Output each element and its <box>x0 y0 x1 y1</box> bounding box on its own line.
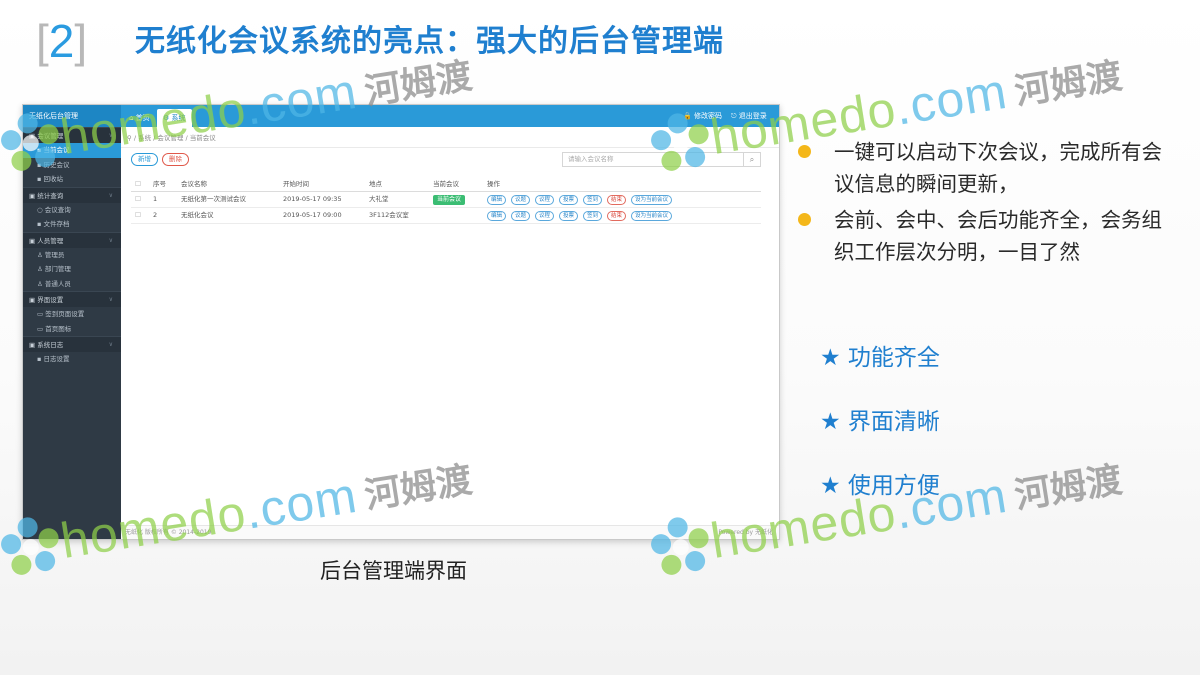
sidebar-item-meeting-query[interactable]: ○ 会议查询 <box>23 203 121 218</box>
sidebar-item-current-meeting[interactable]: ▪ 当前会议 <box>23 143 121 158</box>
admin-brand: 无纸化后台管理 <box>23 105 121 127</box>
sidebar-item-users[interactable]: ♙ 普通人员 <box>23 277 121 292</box>
sidebar-group-people[interactable]: ▣ 人员管理 ∨ <box>23 231 121 248</box>
breadcrumb: ⚲ / 系统 / 会议管理 / 当前会议 <box>127 134 216 142</box>
vote-button[interactable]: 投票 <box>559 211 579 221</box>
feature-list: ★ 功能齐全 ★ 界面清晰 ★ 使用方便 <box>820 340 940 532</box>
table-row[interactable]: ☐ 2 无纸化会议 2019-05-17 09:00 3F112会议室 编辑 议… <box>131 208 761 224</box>
chevron-icon: ∨ <box>108 236 113 244</box>
sidebar-item-signin-page[interactable]: ▭ 签到页面设置 <box>23 307 121 322</box>
vote-button[interactable]: 投票 <box>559 195 579 205</box>
signin-button[interactable]: 签到 <box>583 211 603 221</box>
location-icon: ⚲ <box>127 134 132 142</box>
topic-button[interactable]: 议题 <box>511 211 531 221</box>
search-icon[interactable]: ⌕ <box>743 152 761 167</box>
bullet-dot-icon <box>798 145 811 158</box>
feature-item: ★ 功能齐全 <box>820 345 940 371</box>
bullet-item: 会前、会中、会后功能齐全，会务组织工作层次分明，一目了然 <box>798 204 1178 268</box>
signin-button[interactable]: 签到 <box>583 195 603 205</box>
change-password-link[interactable]: 🔒 修改密码 <box>683 105 722 127</box>
sidebar-item-home-icon[interactable]: ▭ 首页图标 <box>23 322 121 337</box>
bullet-item: 一键可以启动下次会议，完成所有会议信息的瞬间更新， <box>798 136 1178 200</box>
add-button[interactable]: 新增 <box>131 153 158 166</box>
set-current-button[interactable]: 设为当前会议 <box>631 211 673 221</box>
admin-footer: 无纸化 版权所有 © 2014-2019 Powered by 无纸化 <box>121 525 779 539</box>
sidebar-group-meeting[interactable]: ▣ 会议管理 ∨ <box>23 127 121 143</box>
agenda-button[interactable]: 议程 <box>535 211 555 221</box>
sidebar-item-department[interactable]: ♙ 部门管理 <box>23 262 121 277</box>
edit-button[interactable]: 编辑 <box>487 195 507 205</box>
search-input[interactable]: 请输入会议名称 <box>562 152 744 167</box>
sidebar-group-ui-settings[interactable]: ▣ 界面设置 ∨ <box>23 291 121 307</box>
table-header: ☐ 序号 会议名称 开始时间 地点 当前会议 操作 <box>131 177 761 192</box>
sidebar-group-stats[interactable]: ▣ 统计查询 ∨ <box>23 186 121 203</box>
admin-content: ⚲ / 系统 / 会议管理 / 当前会议 新增 删除 请输入会议名称 ⌕ ☐ 序… <box>121 127 779 525</box>
admin-screenshot: 无纸化后台管理 ⌂ 首页 ⚙ 系统 🔒 修改密码 ⎋ 退出登录 ▣ 会议管理 ∨ … <box>22 104 780 540</box>
row-checkbox[interactable]: ☐ <box>135 208 141 223</box>
admin-sidebar: ▣ 会议管理 ∨ ▪ 当前会议 ▪ 历史会议 ▪ 回收站 ▣ 统计查询 ∨ ○ 会议… <box>23 127 121 539</box>
meeting-table: ☐ 序号 会议名称 开始时间 地点 当前会议 操作 ☐ 1 无纸化第一次测试会议… <box>131 177 761 224</box>
top-tab-home[interactable]: ⌂ 首页 <box>123 109 156 127</box>
chevron-icon: ∨ <box>108 132 113 139</box>
top-tab-system[interactable]: ⚙ 系统 <box>157 109 192 127</box>
set-current-button[interactable]: 设为当前会议 <box>631 195 673 205</box>
agenda-button[interactable]: 议程 <box>535 195 555 205</box>
topic-button[interactable]: 议题 <box>511 195 531 205</box>
slide-title: 无纸化会议系统的亮点：强大的后台管理端 <box>135 24 724 59</box>
end-button[interactable]: 结束 <box>607 211 627 221</box>
delete-button[interactable]: 删除 <box>162 153 189 166</box>
table-row[interactable]: ☐ 1 无纸化第一次测试会议 2019-05-17 09:35 大礼堂 当前会议… <box>131 192 761 208</box>
screenshot-caption: 后台管理端界面 <box>320 559 467 583</box>
sidebar-item-file-archive[interactable]: ▪ 文件存档 <box>23 217 121 232</box>
edit-button[interactable]: 编辑 <box>487 211 507 221</box>
bullet-list: 一键可以启动下次会议，完成所有会议信息的瞬间更新， 会前、会中、会后功能齐全，会… <box>798 136 1178 272</box>
chevron-icon: ∨ <box>108 341 113 348</box>
divider <box>121 147 779 148</box>
row-checkbox[interactable]: ☐ <box>135 192 141 207</box>
chevron-icon: ∨ <box>108 296 113 303</box>
sidebar-item-recycle-bin[interactable]: ▪ 回收站 <box>23 172 121 187</box>
select-all-checkbox[interactable]: ☐ <box>135 177 141 191</box>
bullet-dot-icon <box>798 213 811 226</box>
logout-link[interactable]: ⎋ 退出登录 <box>731 105 767 127</box>
feature-item: ★ 界面清晰 <box>820 409 940 435</box>
slide-number: [2] <box>36 15 88 67</box>
current-meeting-badge: 当前会议 <box>433 195 466 205</box>
end-button[interactable]: 结束 <box>607 195 627 205</box>
feature-item: ★ 使用方便 <box>820 473 940 499</box>
admin-topbar: 无纸化后台管理 ⌂ 首页 ⚙ 系统 🔒 修改密码 ⎋ 退出登录 <box>23 105 779 127</box>
sidebar-group-logs[interactable]: ▣ 系统日志 ∨ <box>23 336 121 352</box>
chevron-icon: ∨ <box>108 191 113 199</box>
sidebar-item-log-settings[interactable]: ▪ 日志设置 <box>23 352 121 367</box>
sidebar-item-history-meeting[interactable]: ▪ 历史会议 <box>23 158 121 173</box>
sidebar-item-admin[interactable]: ♙ 管理员 <box>23 248 121 263</box>
